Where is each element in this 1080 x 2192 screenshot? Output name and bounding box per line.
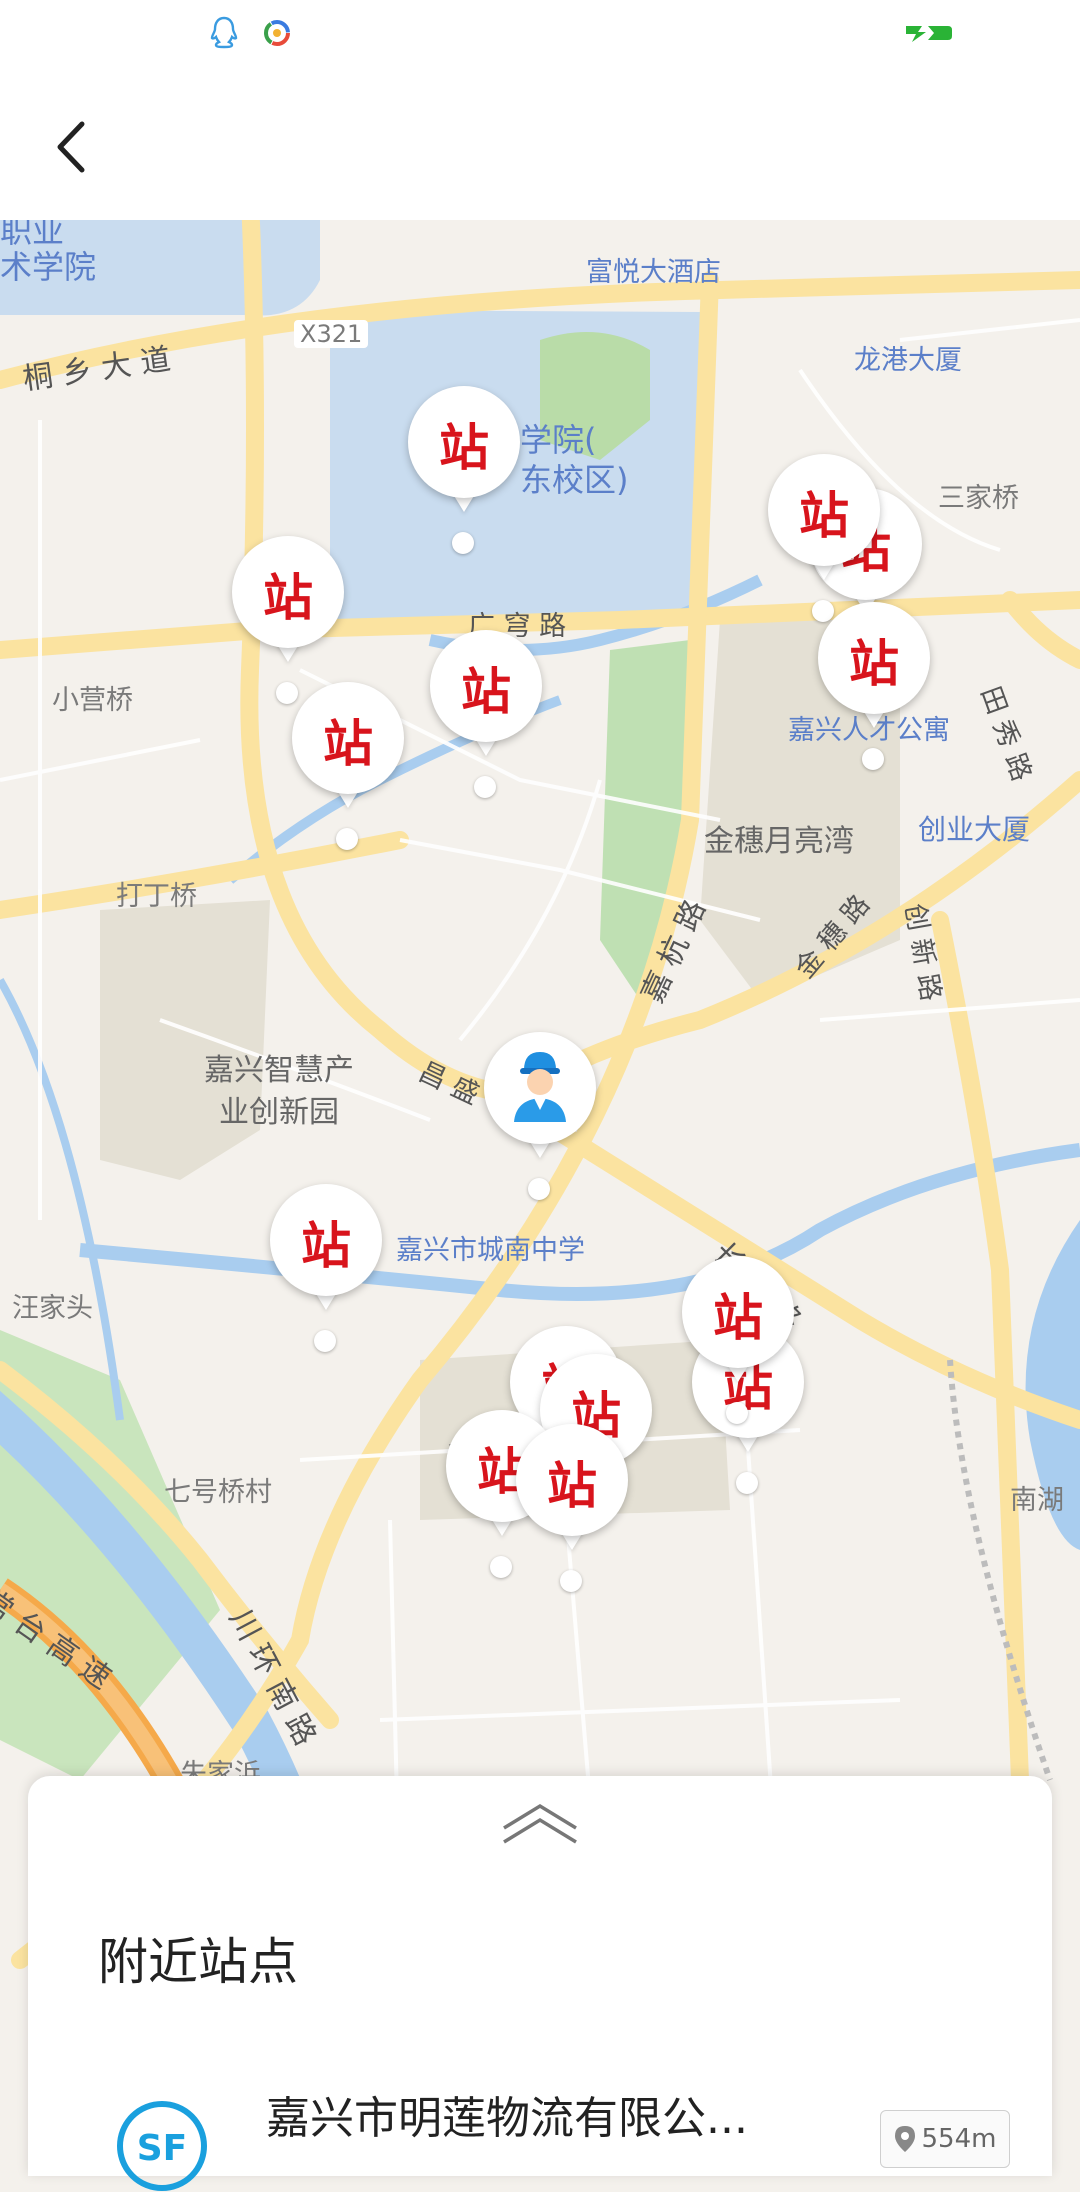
sf-express-logo-icon: SF bbox=[117, 2101, 207, 2191]
nearby-stations-sheet[interactable]: 附近站点 SF 嘉兴市明莲物流有限公... 554m bbox=[28, 1776, 1052, 2191]
map-label: 金穗月亮湾 bbox=[704, 824, 854, 859]
station-marker[interactable]: 站 bbox=[426, 630, 546, 800]
svg-text:SF: SF bbox=[137, 2128, 188, 2169]
map-label: 三家桥 bbox=[938, 483, 1019, 514]
map-label: 术学院 bbox=[0, 248, 97, 286]
station-name: 嘉兴市明莲物流有限公... bbox=[266, 2093, 748, 2144]
map-label: 富悦大酒店 bbox=[586, 257, 721, 288]
map-label: 学院( 东校区) bbox=[520, 421, 629, 499]
chevron-up-double-icon[interactable] bbox=[500, 1798, 580, 1848]
browser-icon bbox=[264, 20, 290, 46]
station-marker[interactable]: 站 bbox=[404, 386, 524, 556]
station-marker[interactable]: 站 bbox=[678, 1256, 798, 1426]
map-label: 打丁桥 bbox=[116, 881, 197, 912]
nav-bar bbox=[0, 66, 1080, 220]
station-marker[interactable]: 站 bbox=[266, 1184, 386, 1354]
status-bar bbox=[0, 0, 1080, 66]
location-pin-icon bbox=[894, 2126, 915, 2152]
station-marker[interactable]: 站 bbox=[512, 1424, 632, 1594]
map-label: 嘉兴市城南中学 bbox=[396, 1235, 585, 1266]
distance-badge: 554m bbox=[880, 2110, 1010, 2168]
courier-location-marker[interactable] bbox=[480, 1032, 600, 1202]
qq-icon bbox=[210, 16, 238, 49]
courier-avatar-icon bbox=[514, 1052, 566, 1122]
station-marker[interactable]: 站 bbox=[814, 602, 934, 772]
distance-text: 554m bbox=[921, 2124, 997, 2154]
station-marker[interactable]: 站 bbox=[288, 682, 408, 852]
station-marker[interactable]: 站 bbox=[764, 454, 884, 624]
map-label: 汪家头 bbox=[12, 1293, 93, 1324]
map-label: 七号桥村 bbox=[164, 1477, 272, 1508]
map-label: 嘉兴智慧产 业创新园 bbox=[204, 1053, 354, 1130]
station-marker[interactable]: 站 bbox=[228, 536, 348, 706]
map-label: 龙港大厦 bbox=[854, 345, 962, 376]
map-label: 南湖 bbox=[1010, 1485, 1064, 1516]
map-label: 小营桥 bbox=[52, 685, 133, 716]
battery-charging-icon bbox=[906, 26, 952, 42]
map-label: 创业大厦 bbox=[918, 813, 1031, 846]
sheet-title: 附近站点 bbox=[98, 1933, 298, 1991]
chevron-left-icon[interactable] bbox=[40, 112, 110, 182]
map-label: X321 bbox=[294, 320, 369, 348]
